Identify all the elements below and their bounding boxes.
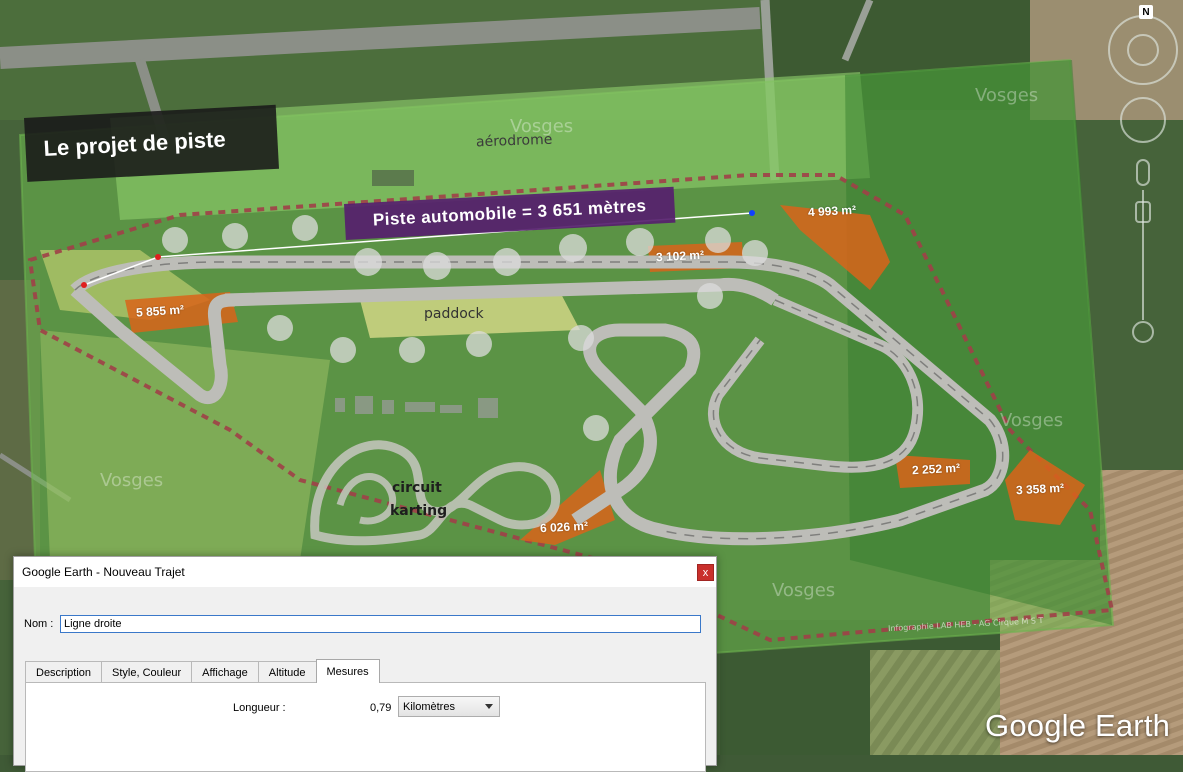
watermark-label: Vosges xyxy=(100,470,164,491)
tab-display[interactable]: Affichage xyxy=(191,661,259,683)
karting-label-line2: karting xyxy=(390,503,448,519)
name-label: Nom : xyxy=(24,618,54,630)
chevron-down-icon xyxy=(485,704,493,709)
area-label: 3 358 m² xyxy=(1015,480,1065,498)
measurements-panel: Longueur : 0,79 Kilomètres xyxy=(25,682,706,772)
length-label: Longueur : xyxy=(233,702,286,714)
tab-style-color[interactable]: Style, Couleur xyxy=(101,661,193,683)
path-point xyxy=(81,282,87,288)
overlay-title: Le projet de piste xyxy=(24,104,280,182)
name-row: Nom : xyxy=(24,615,701,633)
karting-label-line1: circuit xyxy=(392,480,442,496)
area-label: 6 026 m² xyxy=(539,518,589,536)
path-point xyxy=(155,254,161,260)
watermark-label: Vosges xyxy=(1000,410,1064,431)
dialog-titlebar[interactable]: Google Earth - Nouveau Trajet x xyxy=(14,557,716,587)
tab-measurements[interactable]: Mesures xyxy=(315,659,380,683)
watermark-label: Vosges xyxy=(510,116,574,137)
new-path-dialog: Google Earth - Nouveau Trajet x Nom : De… xyxy=(13,556,717,772)
watermark-label: Vosges xyxy=(772,580,836,601)
dialog-title: Google Earth - Nouveau Trajet xyxy=(22,565,185,579)
tab-bar: Description Style, Couleur Affichage Alt… xyxy=(25,659,380,683)
unit-select-value: Kilomètres xyxy=(403,700,455,713)
close-button[interactable]: x xyxy=(697,564,714,581)
watermark-label: Vosges xyxy=(975,85,1039,106)
path-end-point xyxy=(749,210,755,216)
tab-altitude[interactable]: Altitude xyxy=(257,661,317,683)
area-label: 4 993 m² xyxy=(807,202,857,220)
tab-description[interactable]: Description xyxy=(25,661,103,683)
close-icon: x xyxy=(702,566,709,579)
area-label: 2 252 m² xyxy=(911,460,961,478)
length-value: 0,79 xyxy=(370,702,392,714)
unit-select[interactable]: Kilomètres xyxy=(398,696,500,717)
name-input[interactable] xyxy=(60,615,701,633)
google-earth-logo: Google Earth xyxy=(985,708,1171,743)
paddock-label: paddock xyxy=(424,306,484,322)
area-label: 3 102 m² xyxy=(655,247,705,265)
north-indicator[interactable]: N xyxy=(1139,5,1153,19)
